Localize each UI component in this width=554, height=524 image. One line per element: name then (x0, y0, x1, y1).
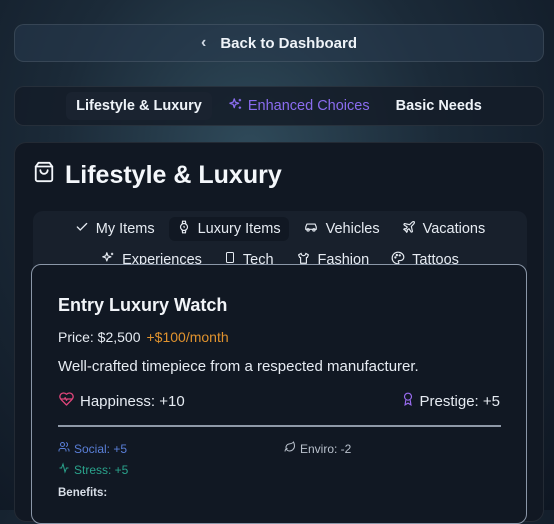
happiness-value: Happiness: +10 (80, 392, 185, 410)
car-icon (303, 220, 319, 238)
prestige-stat: Prestige: +5 (401, 391, 500, 411)
stress-stat: Stress: +5 (58, 462, 128, 477)
subtab-luxury-items[interactable]: Luxury Items (168, 217, 289, 241)
back-button-label: Back to Dashboard (220, 34, 358, 52)
happiness-stat: Happiness: +10 (58, 391, 185, 411)
tab-lifestyle-luxury[interactable]: Lifestyle & Luxury (66, 92, 212, 120)
monthly-cost: +$100/month (146, 329, 229, 345)
subtab-vehicles[interactable]: Vehicles (295, 217, 388, 241)
stress-value: Stress: +5 (74, 462, 129, 477)
tab-label: Enhanced Choices (247, 98, 370, 114)
social-stat: Social: +5 (58, 441, 127, 456)
back-to-dashboard-button[interactable]: ‹ Back to Dashboard (14, 24, 544, 62)
subtabs-row-1: My Items Luxury Items Vehicles Vacations (33, 217, 527, 241)
panel-title: Lifestyle & Luxury (33, 161, 282, 190)
subtab-label: Vehicles (325, 221, 380, 237)
main-tabs: Lifestyle & Luxury Enhanced Choices Basi… (14, 86, 544, 126)
brain-icon (58, 462, 70, 477)
tab-label: Basic Needs (395, 98, 482, 114)
price-value: Price: $2,500 (58, 329, 141, 345)
watch-icon (177, 220, 191, 238)
subtab-label: My Items (95, 221, 155, 237)
plane-icon (402, 220, 416, 238)
shopping-bag-icon (33, 161, 55, 190)
prestige-value: Prestige: +5 (419, 392, 500, 410)
subtab-vacations[interactable]: Vacations (394, 217, 494, 241)
social-value: Social: +5 (74, 441, 128, 456)
enviro-value: Enviro: -2 (300, 441, 352, 456)
check-icon (75, 220, 89, 238)
tab-label: Lifestyle & Luxury (76, 98, 202, 114)
chevron-left-icon: ‹ (200, 34, 207, 51)
benefits-label: Benefits: (58, 487, 108, 499)
sparkles-icon (228, 97, 243, 116)
item-price: Price: $2,500 +$100/month (58, 329, 229, 345)
tab-enhanced-choices[interactable]: Enhanced Choices (218, 91, 380, 122)
tab-basic-needs[interactable]: Basic Needs (386, 92, 492, 120)
subtab-my-items[interactable]: My Items (67, 217, 163, 241)
heart-pulse-icon (58, 391, 75, 411)
subtab-label: Vacations (422, 221, 486, 237)
item-card[interactable]: Entry Luxury Watch Price: $2,500 +$100/mo… (31, 264, 527, 524)
subtab-label: Luxury Items (197, 221, 281, 237)
users-icon (58, 441, 70, 456)
item-description: Well-crafted timepiece from a respected … (58, 358, 419, 375)
panel-title-text: Lifestyle & Luxury (65, 161, 282, 189)
leaf-icon (284, 441, 296, 456)
divider (58, 425, 501, 427)
award-icon (401, 391, 415, 411)
item-name: Entry Luxury Watch (58, 295, 228, 315)
enviro-stat: Enviro: -2 (284, 441, 351, 456)
